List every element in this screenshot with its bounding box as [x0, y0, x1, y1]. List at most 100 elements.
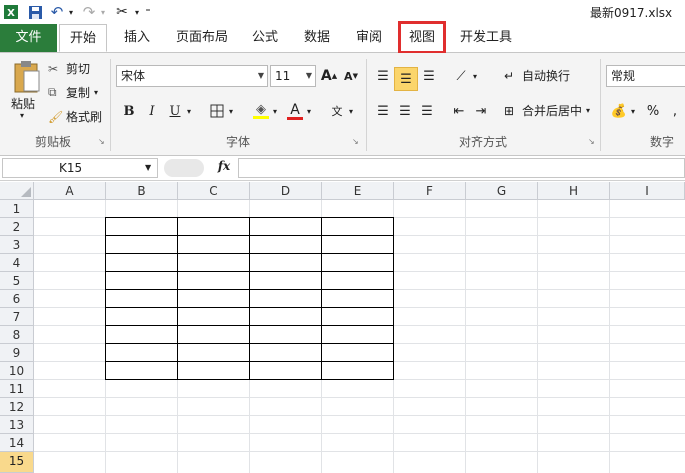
tab-page-layout[interactable]: 页面布局 [170, 24, 234, 52]
increase-indent-button[interactable]: ⇥ [470, 100, 492, 122]
row-header-10[interactable]: 10 [0, 362, 34, 380]
row-header-13[interactable]: 13 [0, 416, 34, 434]
spreadsheet-grid[interactable]: A B C D E F G H I 1 2 3 4 5 6 7 8 9 10 1… [0, 182, 685, 473]
percent-button[interactable]: % [642, 100, 664, 122]
formula-input[interactable] [238, 158, 685, 178]
column-header-e[interactable]: E [322, 182, 394, 200]
phonetic-dropdown-icon[interactable]: ▾ [346, 100, 356, 122]
column-header-a[interactable]: A [34, 182, 106, 200]
font-color-button[interactable]: A [284, 100, 306, 122]
tools-icon[interactable]: ✂ [112, 3, 132, 21]
align-center-button[interactable]: ☰ [394, 100, 416, 122]
row-header-12[interactable]: 12 [0, 398, 34, 416]
cut-button[interactable]: ✂ 剪切 [48, 60, 90, 77]
merge-center-button[interactable]: ⊞ 合并后居中 ▾ [504, 102, 590, 119]
tab-developer[interactable]: 开发工具 [456, 24, 516, 52]
tab-home[interactable]: 开始 [59, 24, 107, 52]
font-color-dropdown-icon[interactable]: ▾ [304, 100, 314, 122]
borders-button[interactable] [206, 100, 228, 122]
row-header-9[interactable]: 9 [0, 344, 34, 362]
bold-button[interactable]: B [118, 100, 140, 122]
orientation-dropdown-icon[interactable]: ▾ [470, 65, 480, 87]
currency-dropdown-icon[interactable]: ▾ [628, 100, 638, 122]
row-header-7[interactable]: 7 [0, 308, 34, 326]
comma-button[interactable]: , [664, 100, 685, 122]
copy-button[interactable]: ⧉ 复制 ▾ [48, 84, 98, 101]
phonetic-button[interactable]: 文 [326, 100, 348, 122]
separator [600, 59, 601, 151]
table-border [106, 271, 393, 272]
font-name-select[interactable]: 宋体 ▼ [116, 65, 268, 87]
customize-qat-icon[interactable]: ⁼ [143, 3, 153, 21]
row-header-2[interactable]: 2 [0, 218, 34, 236]
save-icon[interactable] [26, 3, 44, 21]
column-header-g[interactable]: G [466, 182, 538, 200]
font-size-select[interactable]: 11 ▼ [270, 65, 316, 87]
align-middle-button[interactable]: ☰ [394, 67, 418, 91]
font-launcher-icon[interactable]: ↘ [352, 137, 359, 146]
tab-file[interactable]: 文件 [0, 24, 57, 52]
row-header-3[interactable]: 3 [0, 236, 34, 254]
row-header-4[interactable]: 4 [0, 254, 34, 272]
currency-button[interactable]: 💰 [608, 100, 630, 122]
row-header-14[interactable]: 14 [0, 434, 34, 452]
row-header-1[interactable]: 1 [0, 200, 34, 218]
font-group-label: 字体 [225, 135, 250, 149]
tab-data[interactable]: 数据 [298, 24, 336, 52]
alignment-launcher-icon[interactable]: ↘ [588, 137, 595, 146]
wrap-text-button[interactable]: ↵ 自动换行 [504, 67, 570, 84]
redo-dropdown-icon[interactable]: ▾ [98, 3, 108, 21]
currency-icon: 💰 [610, 103, 628, 119]
grow-font-button[interactable]: A ▲ [318, 65, 340, 87]
table-border [106, 235, 393, 236]
align-bottom-button[interactable]: ☰ [418, 65, 440, 87]
column-header-h[interactable]: H [538, 182, 610, 200]
fill-color-button[interactable]: ◈ [250, 100, 272, 122]
underline-button[interactable]: U [164, 100, 186, 122]
fill-color-dropdown-icon[interactable]: ▾ [270, 100, 280, 122]
alignment-group-label: 对齐方式 [458, 135, 507, 149]
row-header-11[interactable]: 11 [0, 380, 34, 398]
row-header-6[interactable]: 6 [0, 290, 34, 308]
paste-dropdown-icon[interactable]: ▾ [20, 111, 24, 120]
format-painter-icon: 🖌 [48, 109, 64, 124]
column-header-b[interactable]: B [106, 182, 178, 200]
decrease-indent-button[interactable]: ⇤ [448, 100, 470, 122]
paste-icon[interactable] [8, 57, 44, 95]
borders-dropdown-icon[interactable]: ▾ [226, 100, 236, 122]
align-right-button[interactable]: ☰ [416, 100, 438, 122]
table-border [106, 253, 393, 254]
format-painter-button[interactable]: 🖌 格式刷 [48, 108, 102, 125]
tab-insert[interactable]: 插入 [115, 24, 159, 52]
undo-dropdown-icon[interactable]: ▾ [66, 3, 76, 21]
underline-dropdown-icon[interactable]: ▾ [184, 100, 194, 122]
shrink-font-button[interactable]: A ▼ [340, 65, 362, 87]
column-header-i[interactable]: I [610, 182, 685, 200]
gridline [34, 451, 685, 452]
number-format-select[interactable]: 常规 [606, 65, 685, 87]
redo-icon[interactable]: ↷ [80, 3, 98, 21]
select-all-corner[interactable] [0, 182, 34, 200]
tab-review[interactable]: 审阅 [350, 24, 388, 52]
tools-dropdown-icon[interactable]: ▾ [132, 3, 142, 21]
formula-bar-grip[interactable] [164, 159, 204, 177]
gridline [34, 433, 685, 434]
align-top-button[interactable]: ☰ [372, 65, 394, 87]
tab-formulas[interactable]: 公式 [246, 24, 284, 52]
column-header-c[interactable]: C [178, 182, 250, 200]
row-header-8[interactable]: 8 [0, 326, 34, 344]
paste-button[interactable]: 粘贴 [11, 95, 35, 112]
column-header-d[interactable]: D [250, 182, 322, 200]
excel-icon[interactable]: X [2, 3, 20, 21]
row-header-15[interactable]: 15 [0, 452, 34, 473]
orientation-button[interactable]: ⟋ [450, 65, 472, 87]
insert-function-button[interactable]: fx [212, 159, 236, 177]
name-box[interactable]: K15 ▼ [2, 158, 158, 178]
row-header-5[interactable]: 5 [0, 272, 34, 290]
italic-button[interactable]: I [141, 100, 163, 122]
bordered-table[interactable] [105, 217, 394, 380]
undo-icon[interactable]: ↶ [48, 3, 66, 21]
column-header-f[interactable]: F [394, 182, 466, 200]
align-left-button[interactable]: ☰ [372, 100, 394, 122]
clipboard-launcher-icon[interactable]: ↘ [98, 137, 105, 146]
